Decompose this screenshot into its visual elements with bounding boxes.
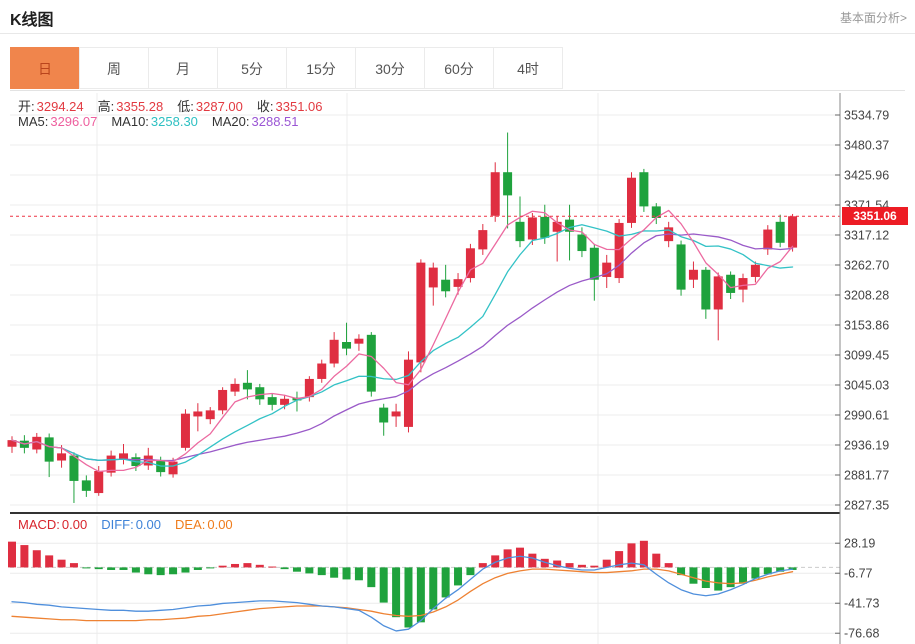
fundamental-analysis-link[interactable]: 基本面分析> <box>840 9 907 26</box>
readout-pair: MA20:3288.51 <box>212 114 299 129</box>
kline-page: 3534.793480.373425.963371.543317.123262.… <box>0 0 915 644</box>
axis-tick-label: -41.73 <box>844 597 879 611</box>
readout-pair: DIFF:0.00 <box>101 517 161 532</box>
macd-readout: MACD:0.00 DIFF:0.00 DEA:0.00 <box>18 517 247 532</box>
tab-interval-7[interactable]: 4时 <box>493 47 563 89</box>
axis-tick-label: 3099.45 <box>844 348 889 362</box>
readout-pair: 高:3355.28 <box>98 99 164 114</box>
axis-tick-label: 3208.28 <box>844 288 889 302</box>
page-title: K线图 <box>10 6 54 30</box>
axis-tick-label: 3045.03 <box>844 378 889 392</box>
readout-pair: 收:3351.06 <box>257 99 323 114</box>
readout-pair: MA5:3296.07 <box>18 114 97 129</box>
title-divider <box>0 33 915 34</box>
axis-tick-label: 3262.70 <box>844 258 889 272</box>
axis-tick-label: 3317.12 <box>844 228 889 242</box>
readout-pair: 开:3294.24 <box>18 99 84 114</box>
tab-interval-0[interactable]: 日 <box>10 47 80 89</box>
macd-histogram <box>8 541 797 628</box>
readout-pair: MACD:0.00 <box>18 517 87 532</box>
axis-tick-label: -6.77 <box>844 567 873 581</box>
tab-interval-2[interactable]: 月 <box>148 47 218 89</box>
readout-pair: DEA:0.00 <box>175 517 233 532</box>
tab-interval-3[interactable]: 5分 <box>217 47 287 89</box>
last-price-tag: 3351.06 <box>842 207 908 225</box>
axis-tick-label: 2827.35 <box>844 498 889 512</box>
axis-tick-label: 3480.37 <box>844 139 889 153</box>
axis-tick-label: -76.68 <box>844 627 879 641</box>
panel-separator <box>10 512 840 514</box>
tab-interval-5[interactable]: 30分 <box>355 47 425 89</box>
tab-interval-4[interactable]: 15分 <box>286 47 356 89</box>
ma-readout: MA5:3296.07 MA10:3258.30 MA20:3288.51 <box>18 114 313 129</box>
axis-tick-label: 3153.86 <box>844 318 889 332</box>
axis-tick-label: 3534.79 <box>844 109 889 123</box>
candles <box>8 133 798 503</box>
axis-tick-label: 2990.61 <box>844 408 889 422</box>
axis-tick-label: 2881.77 <box>844 468 889 482</box>
axis-tick-label: 28.19 <box>844 537 875 551</box>
readout-pair: 低:3287.00 <box>177 99 243 114</box>
ohlc-readout: 开:3294.24 高:3355.28 低:3287.00 收:3351.06 <box>18 96 337 115</box>
readout-pair: MA10:3258.30 <box>111 114 198 129</box>
tab-interval-6[interactable]: 60分 <box>424 47 494 89</box>
interval-tab-bar: 日周月5分15分30分60分4时 <box>10 47 905 91</box>
axis-tick-label: 3425.96 <box>844 168 889 182</box>
axis-tick-label: 2936.19 <box>844 438 889 452</box>
tab-interval-1[interactable]: 周 <box>79 47 149 89</box>
